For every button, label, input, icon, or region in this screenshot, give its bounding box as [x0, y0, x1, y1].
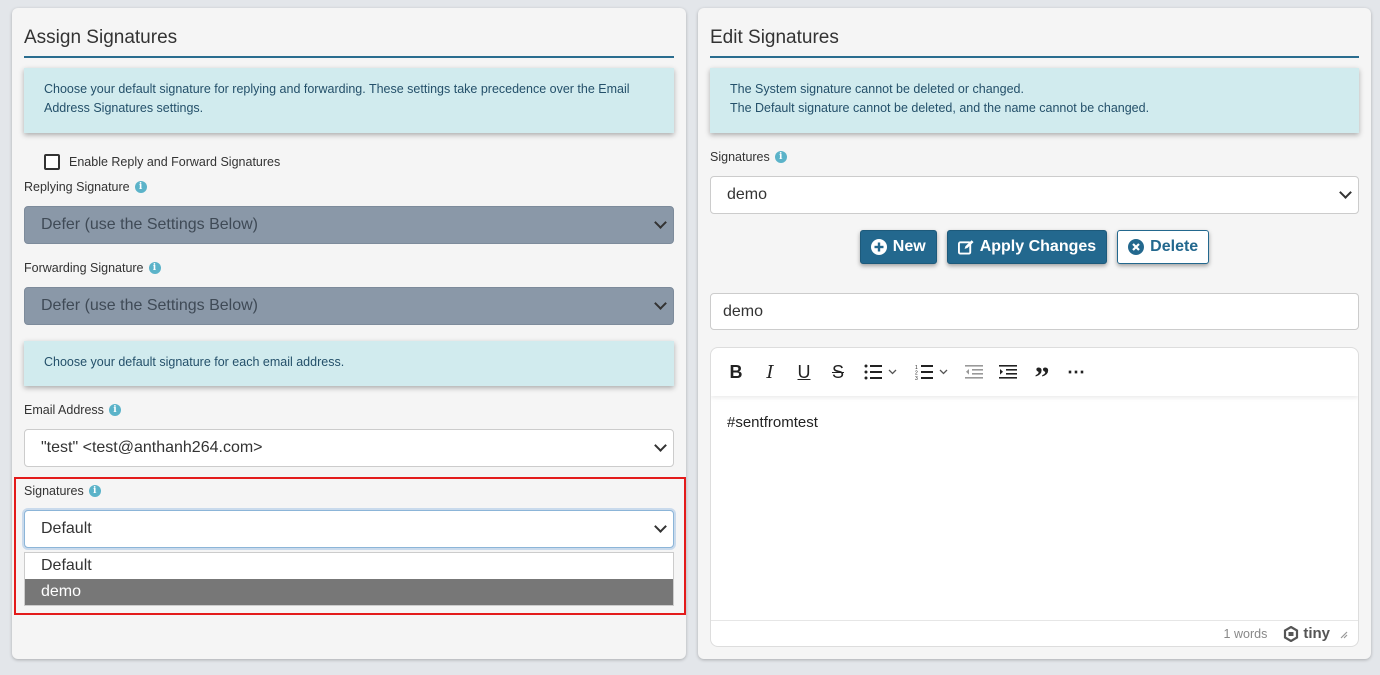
chevron-down-icon [654, 216, 667, 229]
enable-reply-forward-row[interactable]: Enable Reply and Forward Signatures [44, 154, 280, 170]
delete-button[interactable]: Delete [1117, 230, 1210, 264]
edit-info-box: The System signature cannot be deleted o… [710, 68, 1359, 133]
editor-toolbar: B I U S 123 ” ⋯ [711, 348, 1358, 396]
delete-button-label: Delete [1150, 238, 1199, 255]
more-icon[interactable]: ⋯ [1059, 357, 1093, 387]
tiny-logo[interactable]: tiny [1283, 625, 1330, 642]
apply-changes-button[interactable]: Apply Changes [946, 230, 1108, 264]
enable-reply-forward-label: Enable Reply and Forward Signatures [69, 155, 281, 169]
indent-icon[interactable] [991, 357, 1025, 387]
edit-signatures-panel: Edit Signatures The System signature can… [698, 8, 1371, 659]
svg-text:3: 3 [915, 376, 918, 380]
strikethrough-icon[interactable]: S [821, 357, 855, 387]
edit-info-line-1: The System signature cannot be deleted o… [730, 82, 1024, 96]
forwarding-signature-label-text: Forwarding Signature [24, 261, 144, 275]
email-address-info-box: Choose your default signature for each e… [24, 341, 674, 386]
signature-name-input[interactable]: demo [710, 293, 1359, 330]
edit-signatures-value: demo [727, 186, 768, 203]
replying-signature-label: Replying Signature i [24, 180, 147, 194]
enable-reply-forward-checkbox[interactable] [44, 154, 60, 170]
dropdown-option-demo[interactable]: demo [25, 579, 673, 605]
edit-signatures-select[interactable]: demo [710, 176, 1359, 214]
forwarding-signature-select[interactable]: Defer (use the Settings Below) [24, 287, 674, 325]
apply-changes-label: Apply Changes [979, 238, 1097, 255]
bullet-list-icon[interactable] [855, 357, 906, 387]
plus-circle-icon [870, 239, 887, 255]
editor-status-bar: 1 words tiny [711, 620, 1358, 646]
tiny-brand-label: tiny [1303, 625, 1330, 642]
chevron-down-icon [654, 439, 667, 452]
edit-signatures-label-text: Signatures [710, 150, 770, 164]
info-circle-icon[interactable]: i [108, 404, 121, 416]
signature-name-value: demo [723, 302, 764, 320]
italic-icon[interactable]: I [753, 357, 787, 387]
signature-actions: New Apply Changes Delete [698, 230, 1371, 264]
chevron-down-icon [939, 369, 948, 375]
email-address-label-text: Email Address [24, 403, 104, 417]
signatures-select[interactable]: Default [24, 510, 674, 548]
reply-forward-info-box: Choose your default signature for replyi… [24, 68, 674, 133]
info-circle-icon[interactable]: i [134, 181, 147, 193]
edit-info-line-2: The Default signature cannot be deleted,… [730, 101, 1150, 115]
info-circle-icon[interactable]: i [148, 262, 161, 274]
email-address-info-text: Choose your default signature for each e… [44, 355, 345, 369]
signatures-dropdown-list: Default demo [24, 552, 674, 606]
email-address-label: Email Address i [24, 403, 121, 417]
x-circle-icon [1128, 239, 1145, 255]
signatures-label: Signatures i [24, 484, 101, 498]
assign-signatures-title: Assign Signatures [24, 26, 674, 58]
chevron-down-icon [888, 369, 897, 375]
numbered-list-icon[interactable]: 123 [906, 357, 957, 387]
signatures-value: Default [41, 520, 92, 537]
chevron-down-icon [654, 297, 667, 310]
edit-signatures-title: Edit Signatures [710, 26, 1359, 58]
word-count[interactable]: 1 words [1224, 627, 1268, 641]
new-button-label: New [892, 238, 926, 255]
tiny-icon [1284, 625, 1299, 642]
replying-signature-value: Defer (use the Settings Below) [41, 216, 258, 233]
replying-signature-select[interactable]: Defer (use the Settings Below) [24, 206, 674, 244]
edit-signatures-label: Signatures i [710, 150, 787, 164]
bold-icon[interactable]: B [719, 357, 753, 387]
dropdown-option-default[interactable]: Default [25, 553, 673, 579]
underline-icon[interactable]: U [787, 357, 821, 387]
edit-icon [957, 239, 974, 255]
chevron-down-icon [1339, 186, 1352, 199]
info-circle-icon[interactable]: i [88, 485, 101, 497]
replying-signature-label-text: Replying Signature [24, 180, 130, 194]
email-address-value: "test" <test@anthanh264.com> [41, 439, 263, 456]
editor-content[interactable]: #sentfromtest [727, 414, 818, 431]
signature-editor: B I U S 123 ” ⋯ #sentfromtest 1 words ti… [710, 347, 1359, 647]
resize-handle-icon[interactable] [1338, 629, 1348, 639]
assign-signatures-panel: Assign Signatures Choose your default si… [12, 8, 686, 659]
email-address-select[interactable]: "test" <test@anthanh264.com> [24, 429, 674, 467]
info-circle-icon[interactable]: i [774, 151, 787, 163]
chevron-down-icon [654, 520, 667, 533]
new-button[interactable]: New [859, 230, 937, 264]
outdent-icon[interactable] [957, 357, 991, 387]
signatures-label-text: Signatures [24, 484, 84, 498]
forwarding-signature-value: Defer (use the Settings Below) [41, 297, 258, 314]
forwarding-signature-label: Forwarding Signature i [24, 261, 161, 275]
blockquote-icon[interactable]: ” [1025, 357, 1059, 393]
reply-forward-info-text: Choose your default signature for replyi… [44, 82, 630, 115]
